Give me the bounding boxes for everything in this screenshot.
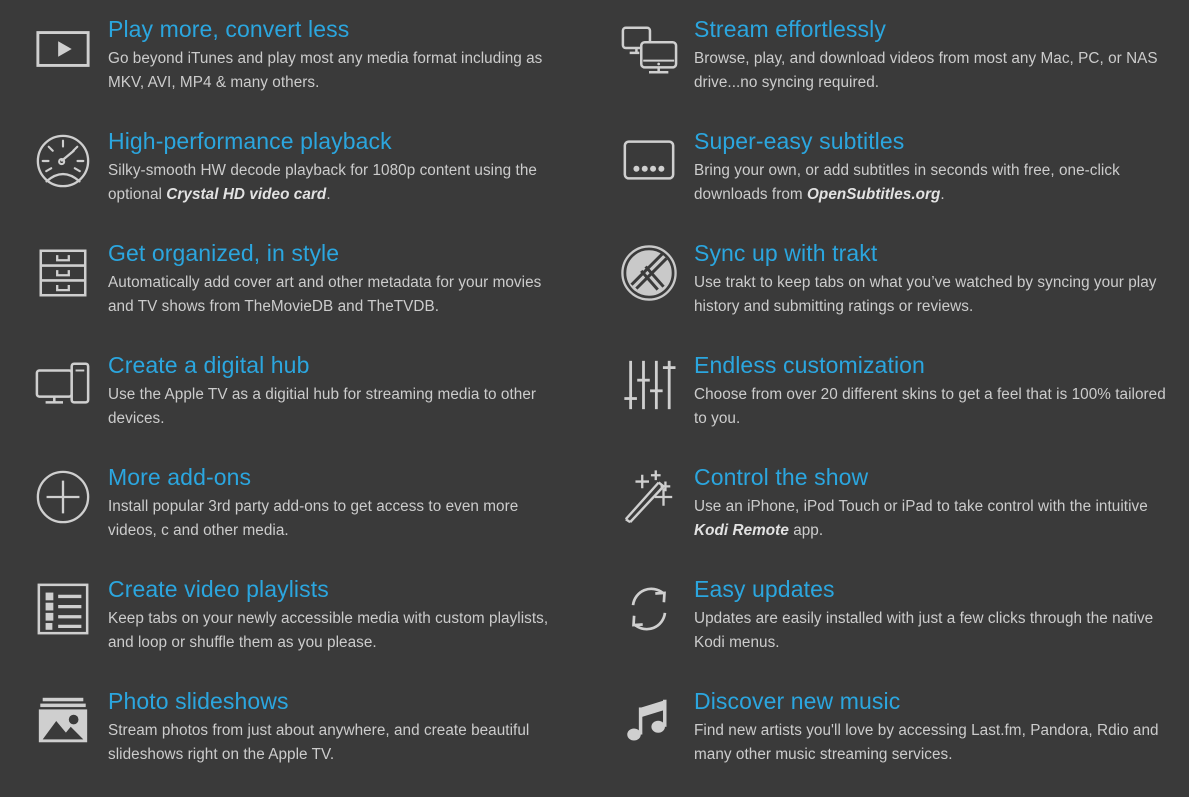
feature-title-link[interactable]: Easy updates: [694, 576, 835, 602]
feature-description: Keep tabs on your newly accessible media…: [108, 607, 566, 655]
feature-body: Stream effortlessly Browse, play, and dow…: [694, 14, 1171, 95]
equalizer-sliders-icon: [620, 356, 678, 414]
feature-body: Photo slideshows Stream photos from just …: [108, 686, 566, 767]
feature-description-text: Automatically add cover art and other me…: [108, 274, 542, 315]
desktop-computer-icon: [34, 356, 92, 414]
subtitles-icon: [620, 132, 678, 190]
feature-description: Bring your own, or add subtitles in seco…: [694, 159, 1171, 207]
feature-description: Use the Apple TV as a digitial hub for s…: [108, 383, 566, 431]
feature-body: Create video playlists Keep tabs on your …: [108, 574, 566, 655]
feature-description: Silky-smooth HW decode playback for 1080…: [108, 159, 566, 207]
feature-title-link[interactable]: Super-easy subtitles: [694, 128, 904, 154]
feature-description: Go beyond iTunes and play most any media…: [108, 47, 566, 95]
feature-description: Use an iPhone, iPod Touch or iPad to tak…: [694, 495, 1171, 543]
feature-description: Updates are easily installed with just a…: [694, 607, 1171, 655]
feature-title-link[interactable]: More add-ons: [108, 464, 251, 490]
feature-title-link[interactable]: High-performance playback: [108, 128, 392, 154]
feature-title-link[interactable]: Discover new music: [694, 688, 900, 714]
photo-image-icon: [34, 692, 92, 750]
feature-description-text: Use trakt to keep tabs on what you’ve wa…: [694, 274, 1157, 315]
feature-title-link[interactable]: Create a digital hub: [108, 352, 309, 378]
feature-title-link[interactable]: Play more, convert less: [108, 16, 349, 42]
play-video-icon: [34, 20, 92, 78]
trakt-logo-icon: [620, 244, 678, 302]
feature-description-text: .: [940, 186, 945, 203]
feature-description-text: Install popular 3rd party add-ons to get…: [108, 498, 519, 539]
feature-description: Install popular 3rd party add-ons to get…: [108, 495, 566, 543]
feature-description: Browse, play, and download videos from m…: [694, 47, 1171, 95]
feature-title-link[interactable]: Endless customization: [694, 352, 925, 378]
feature-description: Find new artists you'll love by accessin…: [694, 719, 1171, 767]
speedometer-icon: [34, 132, 92, 190]
feature-description-text: Choose from over 20 different skins to g…: [694, 386, 1166, 427]
music-note-icon: [620, 692, 678, 750]
feature-item: Stream effortlessly Browse, play, and dow…: [584, 14, 1189, 126]
playlist-icon: [34, 580, 92, 638]
feature-body: Endless customization Choose from over 20…: [694, 350, 1171, 431]
feature-description: Use trakt to keep tabs on what you’ve wa…: [694, 271, 1171, 319]
feature-description: Stream photos from just about anywhere, …: [108, 719, 566, 767]
feature-description: Automatically add cover art and other me…: [108, 271, 566, 319]
feature-description-text: Updates are easily installed with just a…: [694, 610, 1154, 651]
feature-item: More add-ons Install popular 3rd party ad…: [0, 462, 584, 574]
feature-body: Sync up with trakt Use trakt to keep tabs…: [694, 238, 1171, 319]
feature-body: Get organized, in style Automatically add…: [108, 238, 566, 319]
filing-cabinet-icon: [34, 244, 92, 302]
feature-body: More add-ons Install popular 3rd party ad…: [108, 462, 566, 543]
feature-description-text: Use an iPhone, iPod Touch or iPad to tak…: [694, 498, 1148, 515]
plus-circle-icon: [34, 468, 92, 526]
feature-body: Super-easy subtitles Bring your own, or a…: [694, 126, 1171, 207]
feature-description-emphasis: OpenSubtitles.org: [806, 186, 941, 203]
feature-item: Create video playlists Keep tabs on your …: [0, 574, 584, 686]
feature-item: Photo slideshows Stream photos from just …: [0, 686, 584, 797]
feature-item: Create a digital hub Use the Apple TV as …: [0, 350, 584, 462]
feature-body: Discover new music Find new artists you'l…: [694, 686, 1171, 767]
feature-description-text: Go beyond iTunes and play most any media…: [108, 50, 543, 91]
feature-title-link[interactable]: Sync up with trakt: [694, 240, 877, 266]
feature-body: Play more, convert less Go beyond iTunes …: [108, 14, 566, 95]
features-grid: Play more, convert less Go beyond iTunes …: [0, 0, 1189, 797]
feature-item: Sync up with trakt Use trakt to keep tabs…: [584, 238, 1189, 350]
refresh-circle-icon: [620, 580, 678, 638]
feature-body: Create a digital hub Use the Apple TV as …: [108, 350, 566, 431]
feature-item: Get organized, in style Automatically add…: [0, 238, 584, 350]
feature-item: Control the show Use an iPhone, iPod Touc…: [584, 462, 1189, 574]
feature-description-emphasis: Kodi Remote: [694, 522, 789, 539]
feature-title-link[interactable]: Get organized, in style: [108, 240, 339, 266]
feature-item: High-performance playback Silky-smooth HW…: [0, 126, 584, 238]
feature-body: High-performance playback Silky-smooth HW…: [108, 126, 566, 207]
feature-body: Easy updates Updates are easily installed…: [694, 574, 1171, 655]
feature-description-text: Find new artists you'll love by accessin…: [694, 722, 1159, 763]
feature-description-text: app.: [788, 522, 824, 539]
feature-title-link[interactable]: Control the show: [694, 464, 868, 490]
feature-description-text: Use the Apple TV as a digitial hub for s…: [108, 386, 537, 427]
feature-title-link[interactable]: Stream effortlessly: [694, 16, 886, 42]
feature-description-text: .: [326, 186, 331, 203]
feature-body: Control the show Use an iPhone, iPod Touc…: [694, 462, 1171, 543]
two-monitors-icon: [620, 20, 678, 78]
feature-description: Choose from over 20 different skins to g…: [694, 383, 1171, 431]
feature-description-text: Keep tabs on your newly accessible media…: [108, 610, 549, 651]
feature-item: Endless customization Choose from over 20…: [584, 350, 1189, 462]
feature-item: Super-easy subtitles Bring your own, or a…: [584, 126, 1189, 238]
feature-title-link[interactable]: Photo slideshows: [108, 688, 289, 714]
feature-description-emphasis: Crystal HD video card: [166, 186, 327, 203]
feature-description-text: Browse, play, and download videos from m…: [694, 50, 1158, 91]
magic-wand-icon: [620, 468, 678, 526]
feature-item: Easy updates Updates are easily installed…: [584, 574, 1189, 686]
feature-item: Play more, convert less Go beyond iTunes …: [0, 14, 584, 126]
feature-item: Discover new music Find new artists you'l…: [584, 686, 1189, 797]
feature-title-link[interactable]: Create video playlists: [108, 576, 329, 602]
feature-description-text: Stream photos from just about anywhere, …: [108, 722, 530, 763]
